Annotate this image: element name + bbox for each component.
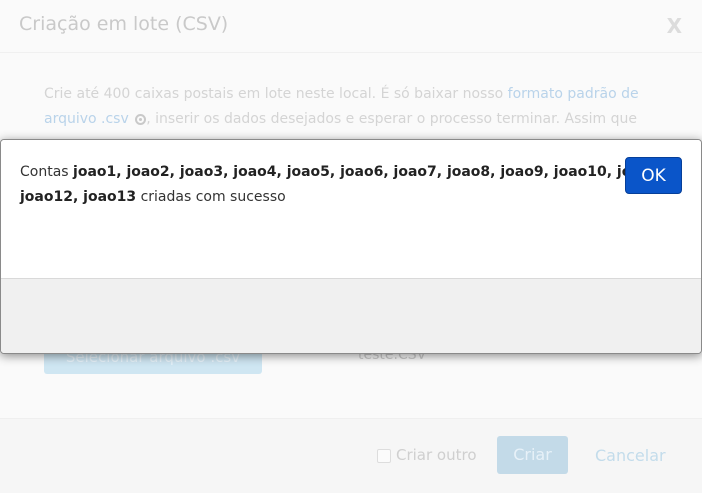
create-another-checkbox[interactable]: [377, 449, 391, 463]
create-button[interactable]: Criar: [497, 436, 568, 474]
alert-message-prefix: Contas: [20, 164, 74, 180]
alert-body: Contas joao1, joao2, joao3, joao4, joao5…: [1, 140, 701, 278]
create-another-label: Criar outro: [396, 446, 477, 464]
description-text: Crie até 400 caixas postais em lote nest…: [44, 86, 508, 102]
modal-title: Criação em lote (CSV): [19, 13, 229, 35]
modal-header: Criação em lote (CSV) X: [0, 0, 702, 53]
download-icon[interactable]: [135, 114, 147, 125]
alert-footer: [1, 278, 701, 353]
alert-message-suffix: criadas com sucesso: [136, 189, 286, 205]
success-alert-dialog: Contas joao1, joao2, joao3, joao4, joao5…: [0, 139, 702, 354]
alert-message: Contas joao1, joao2, joao3, joao4, joao5…: [20, 160, 680, 210]
ok-button[interactable]: OK: [625, 157, 682, 194]
close-icon[interactable]: X: [667, 14, 682, 38]
created-accounts-list: joao1, joao2, joao3, joao4, joao5, joao6…: [20, 164, 676, 205]
cancel-button[interactable]: Cancelar: [595, 446, 666, 465]
